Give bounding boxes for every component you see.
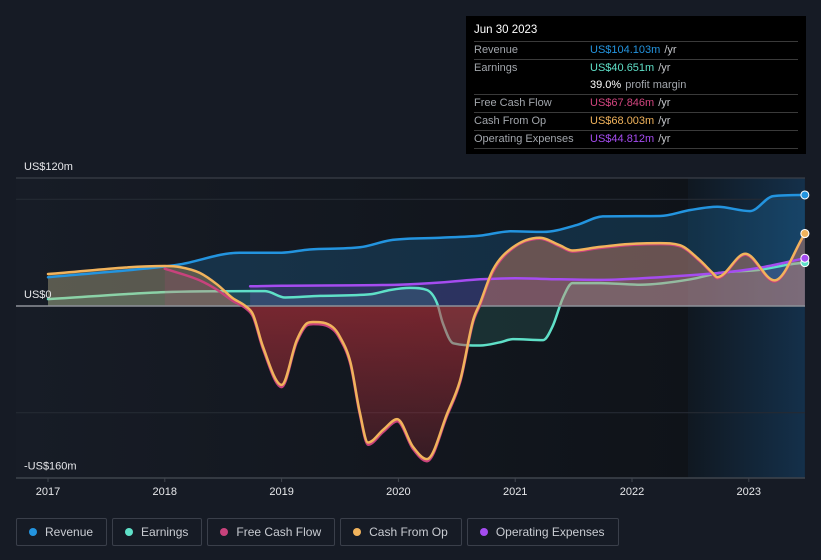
tooltip-row-free-cash-flow: Free Cash Flow US$67.846m /yr xyxy=(474,94,798,112)
legend-label: Revenue xyxy=(45,525,94,539)
tooltip-label: Cash From Op xyxy=(474,115,547,127)
profit-margin-label: profit margin xyxy=(625,79,687,91)
revenue-dot-icon xyxy=(29,528,37,536)
x-tick-label: 2017 xyxy=(36,486,60,498)
legend-label: Free Cash Flow xyxy=(236,525,322,539)
x-tick-label: 2019 xyxy=(269,486,293,498)
tooltip-row-operating-expenses: Operating Expenses US$44.812m /yr xyxy=(474,130,798,149)
tooltip-suffix: /yr xyxy=(664,44,677,56)
tooltip-row-revenue: Revenue US$104.103m /yr xyxy=(474,41,798,59)
tooltip-row-earnings: Earnings US$40.651m /yr xyxy=(474,59,798,77)
tooltip-row-cash-from-op: Cash From Op US$68.003m /yr xyxy=(474,112,798,130)
x-tick-label: 2018 xyxy=(153,486,177,498)
tooltip-row-profit-margin: 39.0% profit margin xyxy=(474,77,798,94)
tooltip-suffix: /yr xyxy=(658,133,671,145)
tooltip-value: US$67.846m xyxy=(590,97,655,109)
chart-legend: Revenue Earnings Free Cash Flow Cash Fro… xyxy=(16,518,619,546)
free-cash-flow-dot-icon xyxy=(220,528,229,536)
x-tick-label: 2022 xyxy=(620,486,644,498)
cash-from-op-end-marker xyxy=(800,228,810,238)
x-tick-label: 2021 xyxy=(503,486,527,498)
x-tick-label: 2023 xyxy=(737,486,761,498)
legend-item-earnings[interactable]: Earnings xyxy=(112,518,203,546)
tooltip-value: US$44.812m xyxy=(590,133,655,145)
tooltip-value: US$68.003m xyxy=(590,115,655,127)
tooltip-label: Operating Expenses xyxy=(474,133,574,145)
legend-item-free-cash-flow[interactable]: Free Cash Flow xyxy=(207,518,336,546)
legend-item-operating-expenses[interactable]: Operating Expenses xyxy=(466,518,619,546)
tooltip-label: Earnings xyxy=(474,62,518,74)
y-tick-label: US$120m xyxy=(24,161,73,173)
operating-expenses-dot-icon xyxy=(479,528,488,536)
tooltip-suffix: /yr xyxy=(658,97,671,109)
data-tooltip: Jun 30 2023 Revenue US$104.103m /yr Earn… xyxy=(466,16,806,154)
tooltip-label: Revenue xyxy=(474,44,519,56)
profit-margin-value: 39.0% xyxy=(590,79,622,91)
tooltip-value: US$104.103m xyxy=(590,44,661,56)
operating-expenses-end-marker xyxy=(800,253,810,263)
cash-from-op-dot-icon xyxy=(353,528,362,536)
tooltip-value: US$40.651m xyxy=(590,62,655,74)
tooltip-label xyxy=(474,77,590,94)
legend-label: Earnings xyxy=(141,525,189,539)
y-tick-label: US$0 xyxy=(24,289,52,301)
earnings-dot-icon xyxy=(125,528,134,536)
legend-item-cash-from-op[interactable]: Cash From Op xyxy=(340,518,462,546)
legend-item-revenue[interactable]: Revenue xyxy=(16,518,108,546)
legend-label: Cash From Op xyxy=(369,525,448,539)
tooltip-suffix: /yr xyxy=(658,115,671,127)
revenue-end-marker xyxy=(800,190,810,200)
y-tick-label: -US$160m xyxy=(24,461,77,473)
tooltip-date: Jun 30 2023 xyxy=(474,24,538,36)
tooltip-label: Free Cash Flow xyxy=(474,97,552,109)
tooltip-suffix: /yr xyxy=(658,62,671,74)
legend-label: Operating Expenses xyxy=(495,525,605,539)
x-tick-label: 2020 xyxy=(386,486,410,498)
